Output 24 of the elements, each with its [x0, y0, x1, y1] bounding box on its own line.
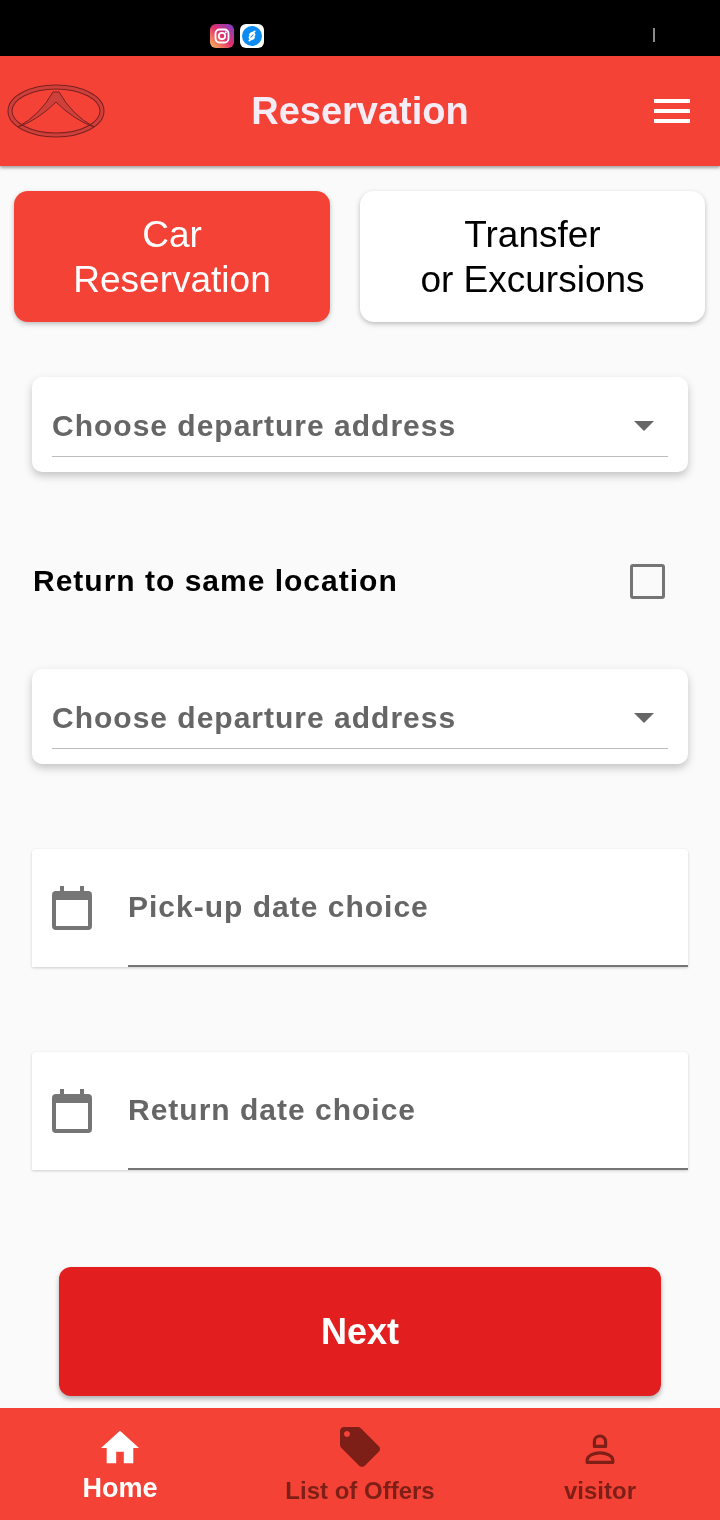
tab[interactable]: Car Reservation: [14, 191, 330, 322]
camera-app-icon: [210, 24, 234, 48]
home-icon: [101, 1430, 139, 1464]
nav-item[interactable]: visitor: [480, 1408, 720, 1520]
app-title: Reservation: [251, 89, 469, 134]
date-field[interactable]: Return date choice: [32, 1052, 688, 1170]
checkbox[interactable]: [630, 563, 665, 599]
checkbox-label: Return to same location: [33, 564, 398, 598]
dropdown-field[interactable]: Choose departure address: [32, 669, 688, 764]
date-field[interactable]: Pick-up date choice: [32, 849, 688, 967]
calendar-icon: [52, 886, 92, 930]
dropdown-field[interactable]: Choose departure address: [32, 377, 688, 472]
nav-item[interactable]: List of Offers: [240, 1408, 480, 1520]
menu-icon[interactable]: [654, 99, 690, 123]
swirl-app-icon: [240, 24, 264, 48]
tab[interactable]: Transfer or Excursions: [360, 191, 705, 322]
tag-icon: [340, 1427, 380, 1467]
caret-icon: [634, 420, 654, 431]
oval-emblem-icon: [6, 83, 106, 139]
next-button[interactable]: Next: [59, 1267, 661, 1396]
calendar-icon: [52, 1089, 92, 1133]
nav-item[interactable]: Home: [0, 1408, 240, 1520]
person-icon: [584, 1432, 616, 1464]
caret-icon: [634, 712, 654, 723]
